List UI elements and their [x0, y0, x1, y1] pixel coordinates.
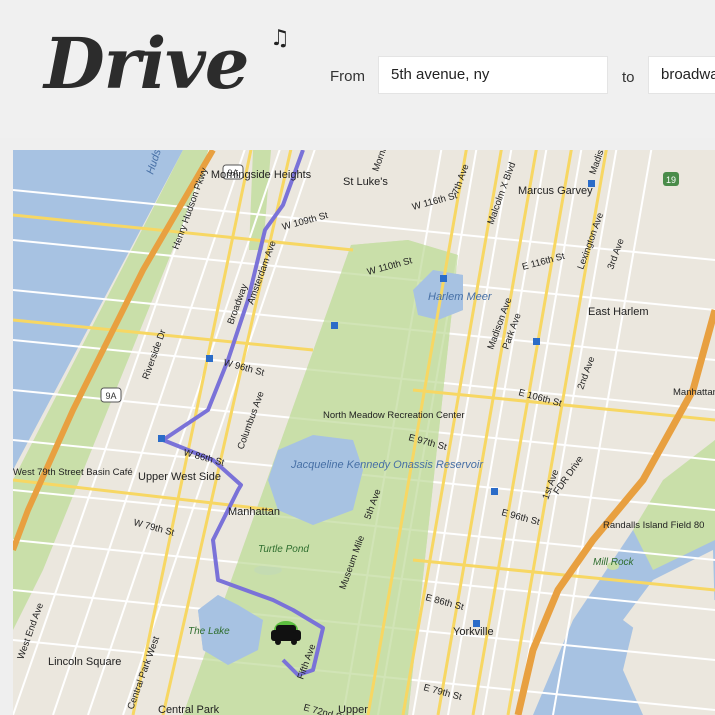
label-psychiatric-center: Manhattan Psychiatric Center — [673, 387, 715, 398]
label-randalls-island: Randalls Island Field 80 — [603, 520, 704, 531]
header-bar: Drive ♫ From 5th avenue, ny to broadwa — [0, 0, 715, 138]
label-morningside: Morningside Heights — [211, 169, 312, 181]
label-east-harlem: East Harlem — [588, 306, 649, 318]
to-input[interactable]: broadwa — [648, 56, 715, 94]
music-note-icon: ♫ — [270, 26, 290, 51]
label-basin-cafe: West 79th Street Basin Café — [13, 467, 133, 478]
app-logo[interactable]: Drive — [44, 14, 249, 114]
label-reservoir: Jacqueline Kennedy Onassis Reservoir — [290, 459, 484, 471]
from-input[interactable]: 5th avenue, ny — [378, 56, 608, 94]
svg-text:9A: 9A — [105, 391, 116, 401]
highway-shield-9a-2: 9A — [100, 387, 122, 403]
label-turtle-pond: Turtle Pond — [258, 544, 309, 555]
label-harlem-meer: Harlem Meer — [428, 291, 493, 303]
label-the-lake: The Lake — [188, 626, 230, 637]
label-manhattan: Manhattan — [228, 506, 280, 518]
label-mill-rock: Mill Rock — [593, 557, 635, 568]
to-label: to — [622, 69, 635, 86]
label-yorkville: Yorkville — [453, 626, 494, 638]
label-upper-west-side: Upper West Side — [138, 471, 221, 483]
label-marcus-garvey: Marcus Garvey — [518, 185, 593, 197]
label-central-park: Central Park — [158, 704, 220, 715]
reservoir-overlay — [268, 435, 363, 525]
highway-shield-19: 19 — [663, 172, 679, 186]
from-label: From — [330, 68, 365, 85]
label-lincoln-square: Lincoln Square — [48, 656, 121, 668]
svg-text:19: 19 — [666, 175, 676, 185]
route-map[interactable]: 9A 9A 19 Morningside Heights Upper West … — [13, 150, 715, 715]
label-north-meadow: North Meadow Recreation Center — [323, 410, 465, 421]
label-st-lukes: St Luke's — [343, 176, 388, 188]
